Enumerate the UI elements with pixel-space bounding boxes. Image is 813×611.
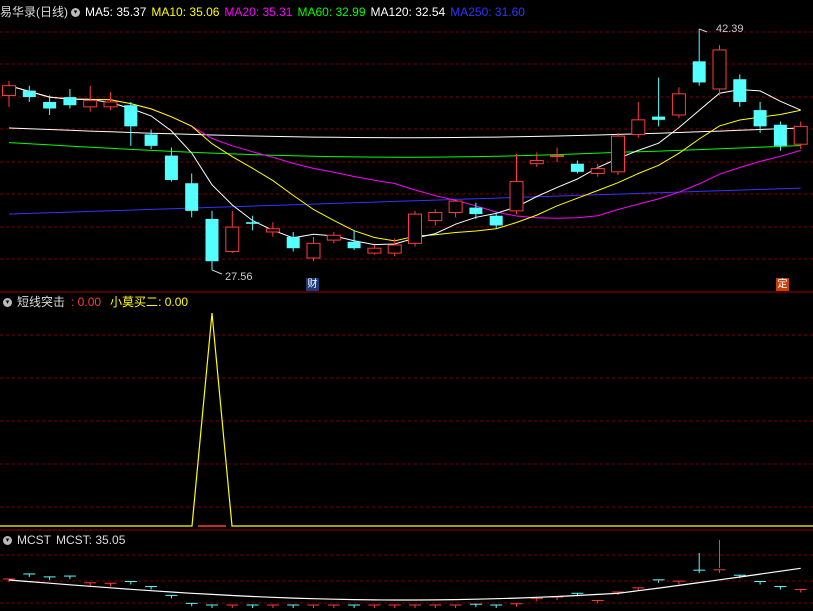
candle-body [550,155,565,158]
candle-body [611,135,625,173]
candle-body [570,163,584,172]
candle-body [164,155,178,180]
candle-body [205,218,219,262]
candle-body [326,234,341,241]
candle-body [22,90,36,98]
low-pointer [211,269,223,275]
candle-body [448,200,463,213]
candle-body [2,85,16,96]
mcst-line [8,567,801,601]
candle-body [469,207,483,215]
candle-body [773,124,787,146]
candle-body [692,61,706,83]
fixed-tag[interactable]: 定 [776,278,789,291]
candle-body [63,97,77,106]
candle-body [793,125,808,145]
candle-body [265,228,280,233]
candle-body [509,181,524,212]
candle-body [103,101,118,108]
candle-body [753,110,767,127]
candle-body [286,236,300,249]
candle-body [590,168,605,174]
candle-body [733,79,747,102]
candle-body [124,105,138,127]
ma250-line [8,187,801,215]
finance-tag[interactable]: 财 [306,278,319,291]
ma60-line [8,142,801,158]
candle-body [144,134,158,146]
candle-body [529,159,544,165]
candle-body [712,49,727,90]
candle-body [408,213,422,244]
candle-body [631,119,646,135]
candle-body [367,247,382,254]
candle-body [225,226,240,252]
candle-body [652,116,666,120]
candle-body [489,215,503,226]
candle-body [43,101,57,109]
candle-body [306,242,321,259]
kline-chart[interactable] [0,0,813,611]
candle-body [246,222,260,224]
low-price-label: 27.56 [225,271,253,283]
candle-body [83,99,98,108]
signal-line [0,312,813,527]
candle-body [185,183,199,211]
high-price-label: 42.39 [716,23,744,35]
candle-body [671,93,686,116]
candle-body [387,244,402,254]
candle-body [347,241,361,249]
candle-body [428,211,443,222]
